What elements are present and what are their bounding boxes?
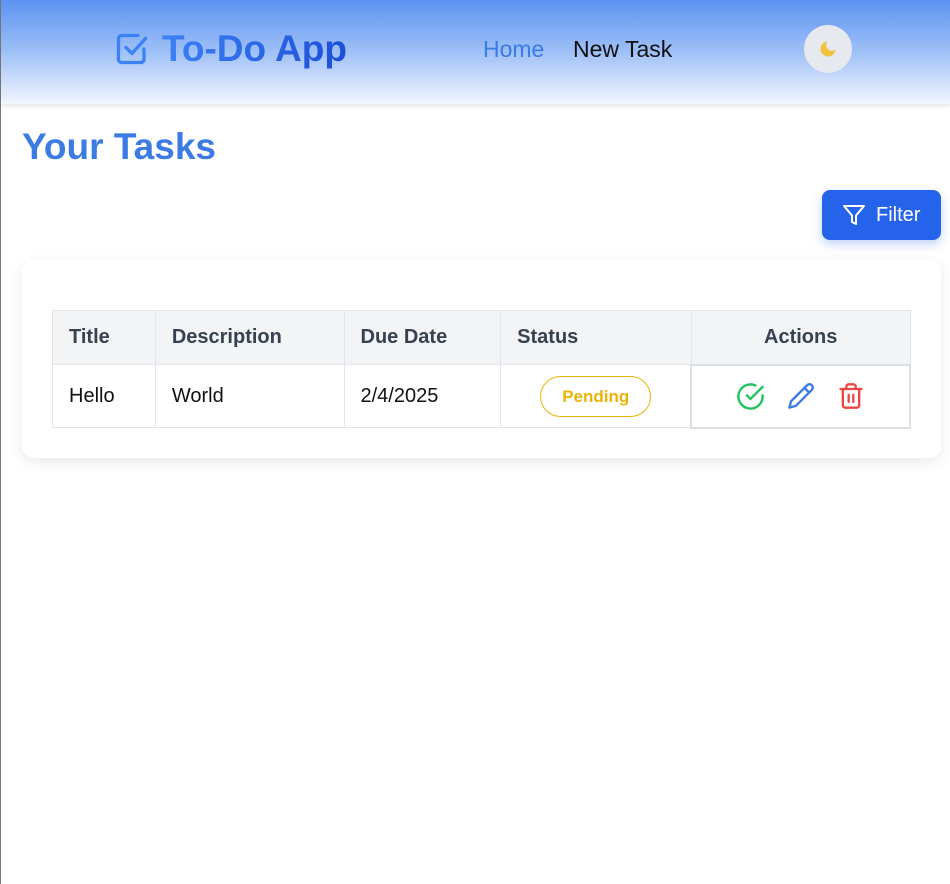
brand-logo[interactable]: To-Do App	[114, 27, 347, 71]
nav-home-link[interactable]: Home	[483, 35, 544, 63]
filter-button[interactable]: Filter	[822, 190, 941, 240]
delete-task-button[interactable]	[836, 382, 865, 411]
filter-icon	[843, 205, 865, 225]
edit-task-button[interactable]	[786, 382, 815, 411]
column-header-description: Description	[154, 310, 345, 365]
column-header-status: Status	[500, 310, 692, 365]
pencil-icon	[787, 383, 814, 409]
table-header-row: Title Description Due Date Status Action…	[52, 310, 911, 365]
tasks-card: Title Description Due Date Status Action…	[22, 260, 941, 458]
column-header-title: Title	[52, 310, 156, 365]
trash-icon	[839, 383, 863, 409]
page-title: Your Tasks	[22, 126, 216, 167]
column-header-actions: Actions	[690, 310, 911, 365]
complete-task-button[interactable]	[736, 382, 765, 411]
column-header-due-date: Due Date	[343, 310, 502, 365]
nav-new-task-link[interactable]: New Task	[573, 35, 672, 63]
check-circle-icon	[737, 382, 764, 410]
task-description-cell: World	[154, 364, 345, 428]
filter-button-label: Filter	[876, 203, 921, 226]
table-row: Hello World 2/4/2025 Pending	[52, 363, 911, 429]
task-due-date-cell: 2/4/2025	[343, 364, 502, 428]
task-actions-cell	[690, 363, 911, 429]
navbar: To-Do App Home New Task	[1, 0, 950, 104]
status-badge: Pending	[540, 375, 652, 417]
tasks-table: Title Description Due Date Status Action…	[52, 310, 911, 429]
brand-text: To-Do App	[162, 28, 347, 69]
theme-toggle-button[interactable]	[804, 25, 852, 73]
checkbox-icon	[116, 33, 148, 65]
moon-icon	[820, 41, 836, 57]
task-status-cell: Pending	[500, 364, 692, 428]
actions-group	[708, 382, 893, 411]
task-title-cell: Hello	[52, 364, 156, 428]
